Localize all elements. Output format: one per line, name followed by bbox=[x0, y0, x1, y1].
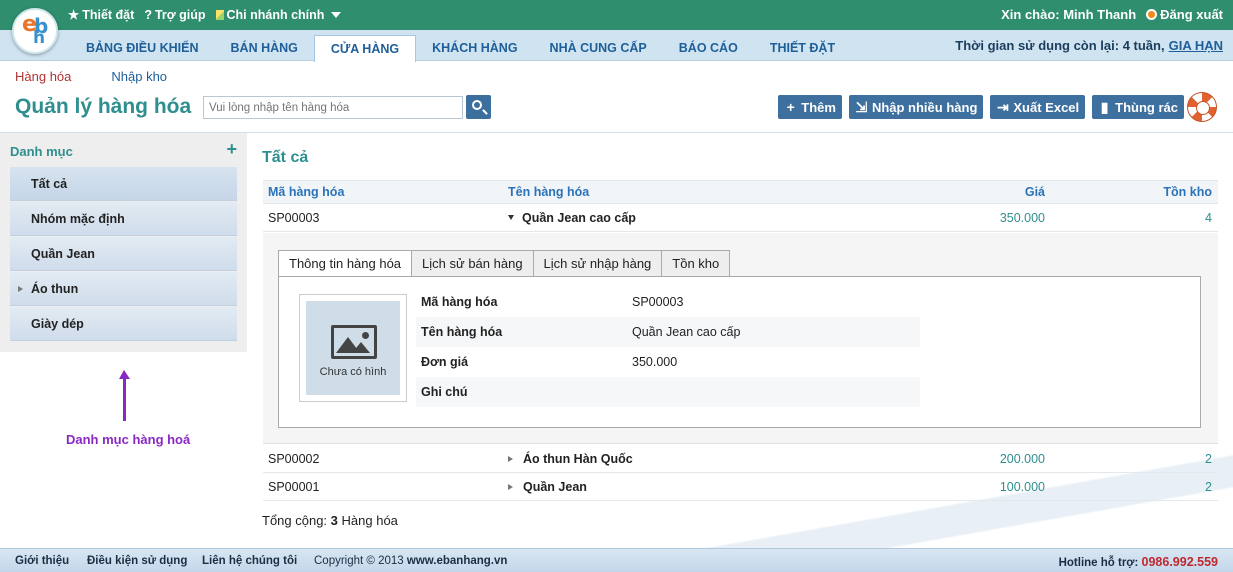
main-nav: BẢNG ĐIỀU KHIỂN BÁN HÀNG CỬA HÀNG KHÁCH … bbox=[0, 30, 1233, 62]
logout-link[interactable]: Đăng xuất bbox=[1146, 7, 1223, 22]
detail-tabs: Thông tin hàng hóa Lịch sử bán hàng Lịch… bbox=[278, 250, 731, 277]
sidebar-item-jeans[interactable]: Quần Jean bbox=[10, 237, 237, 271]
subnav-products[interactable]: Hàng hóa bbox=[15, 69, 71, 84]
sidebar-item-all[interactable]: Tất cả bbox=[10, 167, 237, 201]
info-row: Tên hàng hóa Quần Jean cao cấp bbox=[416, 317, 920, 347]
table-row[interactable]: SP00003 Quần Jean cao cấp 350.000 4 bbox=[263, 205, 1218, 232]
image-placeholder-icon bbox=[331, 325, 377, 359]
nav-tab-suppliers[interactable]: NHÀ CUNG CẤP bbox=[534, 35, 663, 61]
sidebar-item-shoes[interactable]: Giày dép bbox=[10, 307, 237, 341]
nav-tab-settings[interactable]: THIẾT ĐẶT bbox=[754, 35, 851, 61]
expand-icon[interactable] bbox=[18, 286, 23, 292]
nav-tab-store[interactable]: CỬA HÀNG bbox=[313, 35, 417, 62]
sidebar-heading: Danh mục bbox=[10, 144, 73, 159]
subnav-import[interactable]: Nhập kho bbox=[111, 69, 167, 84]
product-image[interactable]: Chưa có hình bbox=[299, 294, 407, 402]
sidebar-item-default-group[interactable]: Nhóm mặc định bbox=[10, 202, 237, 236]
search-icon bbox=[472, 100, 482, 110]
footer: Giới thiệu Điều kiện sử dụng Liên hệ chú… bbox=[0, 548, 1233, 572]
annotation-label: Danh mục hàng hoá bbox=[66, 432, 191, 447]
table-row[interactable]: SP00002 Áo thun Hàn Quốc 200.000 2 bbox=[263, 446, 1218, 473]
trash-button[interactable]: ▮ Thùng rác bbox=[1092, 95, 1184, 119]
greeting: Xin chào: Minh Thanh bbox=[1001, 7, 1137, 22]
bulk-import-button[interactable]: ⇲ Nhập nhiều hàng bbox=[848, 95, 984, 119]
lifebuoy-icon[interactable] bbox=[1187, 92, 1217, 122]
table-header: Mã hàng hóa Tên hàng hóa Giá Tồn kho bbox=[263, 180, 1218, 204]
tab-stock[interactable]: Tồn kho bbox=[662, 250, 731, 277]
nav-tab-reports[interactable]: BÁO CÁO bbox=[663, 35, 754, 61]
page-title: Quản lý hàng hóa bbox=[15, 95, 192, 118]
hotline: Hotline hỗ trợ: 0986.992.559 bbox=[1058, 555, 1218, 569]
header-stock[interactable]: Tồn kho bbox=[1163, 185, 1212, 199]
trial-info: Thời gian sử dụng còn lại: 4 tuần, GIA HẠ… bbox=[955, 38, 1223, 53]
tab-import-history[interactable]: Lịch sử nhập hàng bbox=[533, 250, 663, 277]
detail-content: Chưa có hình Mã hàng hóa SP00003 Tên hàng… bbox=[278, 276, 1201, 428]
header-name[interactable]: Tên hàng hóa bbox=[508, 185, 589, 199]
nav-tab-sales[interactable]: BÁN HÀNG bbox=[215, 35, 314, 61]
nav-tab-dashboard[interactable]: BẢNG ĐIỀU KHIỂN bbox=[70, 35, 215, 61]
add-category-button[interactable]: + bbox=[226, 139, 237, 160]
expand-icon[interactable] bbox=[508, 484, 513, 490]
power-icon bbox=[1146, 9, 1158, 20]
footer-link-terms[interactable]: Điều kiện sử dụng bbox=[87, 555, 187, 567]
chevron-down-icon bbox=[331, 11, 342, 18]
copyright: Copyright © 2013 www.ebanhang.vn bbox=[314, 555, 508, 567]
table-row[interactable]: SP00001 Quần Jean 100.000 2 bbox=[263, 474, 1218, 501]
pencil-icon bbox=[215, 9, 224, 20]
annotation-arrow-icon bbox=[119, 370, 130, 421]
header-price[interactable]: Giá bbox=[1025, 185, 1045, 199]
expand-icon[interactable] bbox=[508, 456, 513, 462]
header-code[interactable]: Mã hàng hóa bbox=[268, 185, 344, 199]
category-list: Tất cả Nhóm mặc định Quần Jean Áo thun G… bbox=[10, 167, 237, 342]
footer-link-contact[interactable]: Liên hệ chúng tôi bbox=[202, 555, 297, 567]
user-area: Xin chào: Minh Thanh Đăng xuất bbox=[1001, 7, 1223, 22]
search-input[interactable] bbox=[203, 96, 463, 119]
image-caption: Chưa có hình bbox=[319, 366, 387, 378]
total-count: Tổng cộng: 3 Hàng hóa bbox=[262, 513, 398, 528]
renew-link[interactable]: GIA HẠN bbox=[1169, 38, 1223, 53]
tab-sales-history[interactable]: Lịch sử bán hàng bbox=[412, 250, 534, 277]
star-icon: ★ bbox=[68, 8, 80, 22]
sidebar-item-tshirts[interactable]: Áo thun bbox=[10, 272, 237, 306]
search-button[interactable] bbox=[466, 95, 491, 119]
nav-tab-customers[interactable]: KHÁCH HÀNG bbox=[416, 35, 533, 61]
list-title: Tất cả bbox=[262, 149, 309, 166]
info-row: Ghi chú bbox=[416, 377, 920, 407]
action-toolbar: + Thêm ⇲ Nhập nhiều hàng ⇥ Xuất Excel ▮ Thùn… bbox=[778, 95, 1184, 119]
product-info-table: Mã hàng hóa SP00003 Tên hàng hóa Quần Jean… bbox=[416, 287, 920, 407]
branch-selector[interactable]: Chi nhánh chính bbox=[215, 7, 342, 22]
info-row: Đơn giá 350.000 bbox=[421, 355, 678, 369]
sub-nav: Hàng hóa Nhập kho bbox=[15, 69, 167, 84]
top-links: ★ Thiết đặt ? Trợ giúp Chi nhánh chính bbox=[68, 7, 342, 23]
top-bar: ★ Thiết đặt ? Trợ giúp Chi nhánh chính Xin… bbox=[0, 0, 1233, 30]
add-button[interactable]: + Thêm bbox=[778, 95, 842, 119]
help-icon: ? bbox=[144, 7, 152, 22]
plus-icon: + bbox=[786, 98, 795, 115]
import-icon: ⇲ bbox=[855, 98, 868, 115]
tab-product-info[interactable]: Thông tin hàng hóa bbox=[278, 250, 413, 277]
logo[interactable]: e b h bbox=[12, 8, 58, 54]
help-link[interactable]: ? Trợ giúp bbox=[144, 7, 205, 22]
collapse-icon[interactable] bbox=[508, 215, 514, 220]
info-row: Mã hàng hóa SP00003 bbox=[421, 295, 684, 309]
export-icon: ⇥ bbox=[997, 98, 1009, 115]
footer-link-about[interactable]: Giới thiệu bbox=[15, 555, 69, 567]
settings-link[interactable]: ★ Thiết đặt bbox=[68, 7, 134, 23]
category-sidebar: Danh mục + Tất cả Nhóm mặc định Quần Jea… bbox=[0, 133, 247, 352]
product-detail-panel: Thông tin hàng hóa Lịch sử bán hàng Lịch… bbox=[263, 233, 1218, 444]
export-excel-button[interactable]: ⇥ Xuất Excel bbox=[990, 95, 1086, 119]
trash-icon: ▮ bbox=[1100, 98, 1109, 115]
